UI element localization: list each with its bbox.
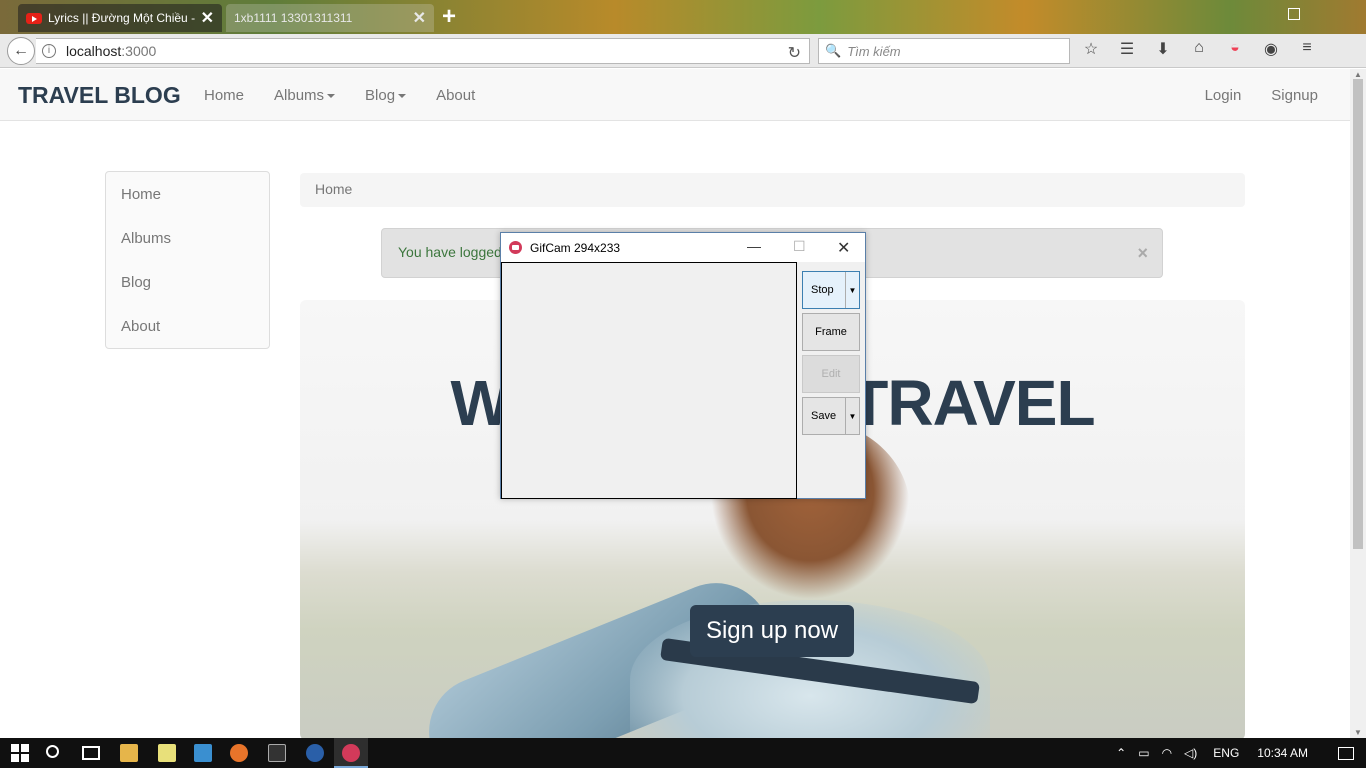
site-navbar: TRAVEL BLOG Home Albums Blog About Login… <box>0 69 1350 121</box>
scrollbar-thumb[interactable] <box>1353 79 1363 549</box>
pocket-icon[interactable]: ◒ <box>1224 39 1246 59</box>
close-icon[interactable]: ✕ <box>837 238 850 258</box>
stop-button[interactable]: Stop ▼ <box>802 271 860 309</box>
edit-button[interactable]: Edit <box>802 355 860 393</box>
gifcam-title: GifCam 294x233 <box>530 240 621 255</box>
gifcam-taskbar-icon <box>342 744 360 762</box>
save-button[interactable]: Save ▼ <box>802 397 860 435</box>
windows-taskbar: ⌃ ▭ ◠ ◁) ENG 10:34 AM <box>0 738 1366 768</box>
site-brand[interactable]: TRAVEL BLOG <box>18 82 181 109</box>
search-input[interactable]: 🔍 Tìm kiếm <box>818 38 1070 64</box>
alert-message: You have logged <box>398 244 502 260</box>
command-prompt-icon[interactable] <box>268 744 286 762</box>
page-scrollbar[interactable]: ▲ ▼ <box>1350 69 1366 738</box>
search-placeholder: Tìm kiếm <box>847 43 901 59</box>
info-icon[interactable]: i <box>42 44 56 58</box>
reading-list-icon[interactable]: ☰ <box>1116 39 1138 59</box>
address-bar[interactable]: i localhost:3000 ↻ <box>36 38 810 64</box>
chevron-down-icon: ▼ <box>845 272 859 308</box>
tab-lyrics[interactable]: Lyrics || Đường Một Chiều - ✕ <box>18 4 222 32</box>
frame-button[interactable]: Frame <box>802 313 860 351</box>
show-hidden-icons-icon[interactable]: ⌃ <box>1116 746 1126 760</box>
restore-window-icon[interactable] <box>1288 8 1300 20</box>
minimize-icon[interactable]: — <box>747 238 761 254</box>
firefox-icon[interactable] <box>230 744 248 762</box>
sidebar-item-home[interactable]: Home <box>106 172 269 216</box>
sidebar-item-albums[interactable]: Albums <box>106 216 269 260</box>
search-icon: 🔍 <box>825 43 842 58</box>
wifi-icon[interactable]: ◠ <box>1162 746 1172 760</box>
volume-icon[interactable]: ◁) <box>1184 746 1197 760</box>
gifcam-window: GifCam 294x233 — ☐ ✕ Stop ▼ Frame Edit Sa… <box>500 232 866 499</box>
gifcam-titlebar[interactable]: GifCam 294x233 — ☐ ✕ <box>501 233 865 262</box>
signup-link[interactable]: Signup <box>1271 87 1318 104</box>
back-button[interactable]: ← <box>7 37 35 65</box>
bookmark-star-icon[interactable]: ☆ <box>1080 39 1102 59</box>
youtube-icon <box>26 12 42 24</box>
tab-label: 1xb1111 13301311311 <box>234 11 353 25</box>
reload-icon[interactable]: ↻ <box>788 43 801 63</box>
auth-links: Login Signup <box>1205 87 1318 104</box>
sidebar: Home Albums Blog About <box>105 171 270 349</box>
gifcam-taskbar-item[interactable] <box>334 738 368 768</box>
browser-tabstrip: Lyrics || Đường Một Chiều - ✕ 1xb1111 13… <box>0 0 1366 34</box>
clock[interactable]: 10:34 AM <box>1257 746 1308 760</box>
file-explorer-icon[interactable] <box>120 744 138 762</box>
extension-globe-icon[interactable]: ◉ <box>1260 39 1282 59</box>
gifcam-logo-icon <box>509 241 522 254</box>
signup-now-button[interactable]: Sign up now <box>690 605 854 657</box>
sidebar-item-about[interactable]: About <box>106 304 269 348</box>
nav-blog[interactable]: Blog <box>365 87 406 104</box>
nav-home[interactable]: Home <box>204 87 244 104</box>
control-panel-icon[interactable] <box>194 744 212 762</box>
alert-close-icon[interactable]: × <box>1137 243 1148 264</box>
close-tab-icon[interactable]: ✕ <box>413 8 426 28</box>
sticky-notes-icon[interactable] <box>158 744 176 762</box>
download-icon[interactable]: ⬇ <box>1152 39 1174 59</box>
browser-tools: ☆ ☰ ⬇ ⌂ ◒ ◉ ≡ <box>1080 39 1318 59</box>
menu-icon[interactable]: ≡ <box>1296 39 1318 59</box>
chevron-down-icon: ▼ <box>845 398 859 434</box>
battery-icon[interactable]: ▭ <box>1138 746 1149 760</box>
new-tab-button[interactable]: + <box>442 3 456 31</box>
tab-localhost[interactable]: 1xb1111 13301311311 ✕ <box>226 4 434 32</box>
login-link[interactable]: Login <box>1205 87 1242 104</box>
nav-about[interactable]: About <box>436 87 475 104</box>
close-tab-icon[interactable]: ✕ <box>201 8 214 28</box>
start-button[interactable] <box>11 744 29 762</box>
url-text: localhost:3000 <box>66 43 157 59</box>
action-center-icon[interactable] <box>1338 746 1354 760</box>
cortana-search-icon[interactable] <box>46 745 59 758</box>
scroll-down-icon[interactable]: ▼ <box>1354 728 1362 737</box>
gifcam-capture-frame[interactable] <box>501 262 797 499</box>
language-indicator[interactable]: ENG <box>1213 746 1239 760</box>
nav-links: Home Albums Blog About <box>204 87 475 104</box>
scroll-up-icon[interactable]: ▲ <box>1354 70 1362 79</box>
breadcrumb: Home <box>300 173 1245 207</box>
home-icon[interactable]: ⌂ <box>1188 39 1210 59</box>
task-view-icon[interactable] <box>82 746 100 760</box>
nav-albums[interactable]: Albums <box>274 87 335 104</box>
breadcrumb-home[interactable]: Home <box>315 181 352 197</box>
browser-toolbar: ← i localhost:3000 ↻ 🔍 Tìm kiếm ☆ ☰ ⬇ ⌂ … <box>0 34 1366 68</box>
tab-label: Lyrics || Đường Một Chiều - <box>48 11 195 25</box>
system-tray: ⌃ ▭ ◠ ◁) ENG 10:34 AM <box>1116 738 1366 768</box>
maximize-icon[interactable]: ☐ <box>793 238 806 255</box>
globe-app-icon[interactable] <box>306 744 324 762</box>
sidebar-item-blog[interactable]: Blog <box>106 260 269 304</box>
